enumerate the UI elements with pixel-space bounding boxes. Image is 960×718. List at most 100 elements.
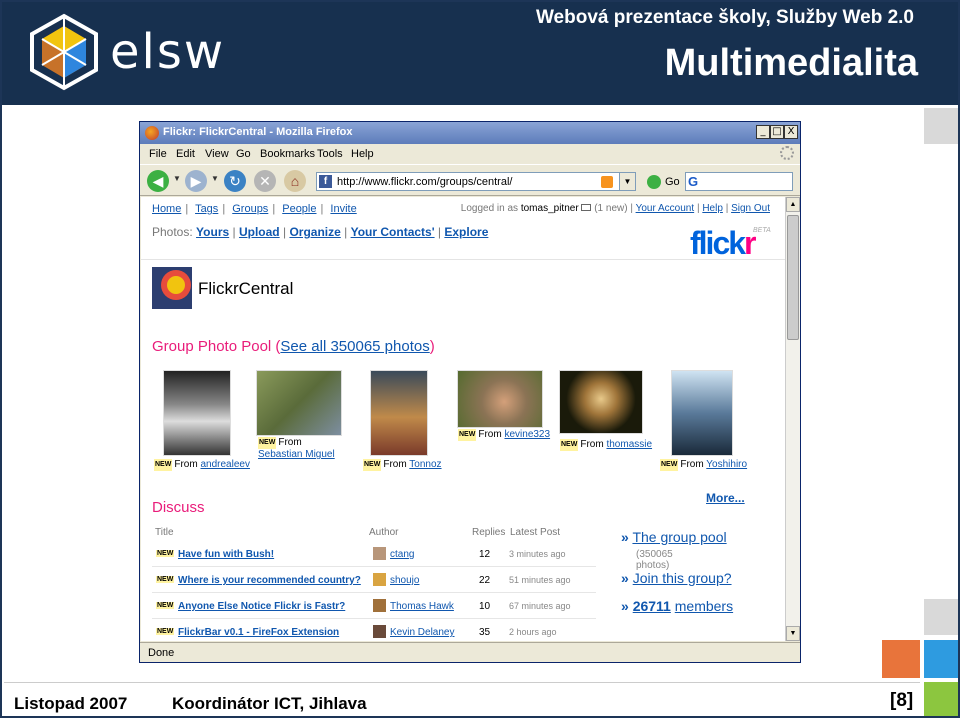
group-pool-item: » The group pool — [621, 529, 727, 545]
minimize-button[interactable]: _ — [756, 125, 770, 139]
menu-file[interactable]: File — [149, 148, 167, 160]
stop-icon[interactable]: ✕ — [254, 170, 276, 192]
thread-author-link[interactable]: shoujo — [390, 575, 419, 586]
flickr-logo[interactable]: flickr — [690, 225, 757, 262]
thread-title-link[interactable]: Have fun with Bush! — [178, 549, 274, 560]
menu-help[interactable]: Help — [351, 148, 374, 160]
members-count-link[interactable]: 26711 — [633, 598, 671, 614]
account-bar: Logged in as tomas_pitner (1 new) | Your… — [460, 203, 770, 214]
logged-in-label: Logged in as — [460, 203, 519, 214]
mail-icon[interactable] — [581, 204, 592, 211]
cube-logo-icon — [30, 13, 98, 91]
table-row: NEW Where is your recommended country? s… — [152, 568, 596, 593]
sign-out-link[interactable]: Sign Out — [731, 203, 770, 214]
new-mail-count[interactable]: (1 new) — [594, 203, 627, 214]
photo-caption: NEW From thomassie — [560, 439, 653, 451]
forward-dropdown-icon[interactable]: ▼ — [211, 174, 219, 183]
title-bar[interactable]: Flickr: FlickrCentral - Mozilla Firefox … — [140, 122, 800, 144]
nav-yours[interactable]: Yours — [196, 225, 229, 239]
go-icon[interactable] — [647, 175, 661, 189]
nav-home[interactable]: Home — [152, 203, 181, 215]
deco-square — [924, 108, 958, 144]
photo-author-link[interactable]: kevine323 — [504, 429, 550, 440]
table-row: NEW FlickrBar v0.1 - FireFox Extension K… — [152, 620, 596, 641]
menu-view[interactable]: View — [205, 148, 229, 160]
window-title: Flickr: FlickrCentral - Mozilla Firefox — [163, 126, 353, 138]
back-dropdown-icon[interactable]: ▼ — [173, 174, 181, 183]
forward-icon[interactable]: ▶ — [185, 170, 207, 192]
reload-icon[interactable]: ↻ — [224, 170, 246, 192]
photo-author-link[interactable]: Sebastian Miguel — [258, 449, 335, 460]
photo-author-link[interactable]: andrealeev — [200, 459, 249, 470]
scroll-thumb[interactable] — [787, 215, 799, 340]
maximize-button[interactable]: □ — [770, 125, 784, 139]
join-group-link[interactable]: Join this group? — [633, 570, 732, 586]
menu-edit[interactable]: Edit — [176, 148, 195, 160]
back-icon[interactable]: ◀ — [147, 170, 169, 192]
nav-upload[interactable]: Upload — [239, 225, 280, 239]
see-all-photos-link[interactable]: See all 350065 photos — [280, 338, 429, 355]
page-viewport: Home | Tags | Groups | People | Invite Photo… — [141, 197, 785, 641]
avatar — [373, 573, 386, 586]
menu-go[interactable]: Go — [236, 148, 251, 160]
thread-author-link[interactable]: Kevin Delaney — [390, 627, 454, 638]
go-button[interactable]: Go — [665, 176, 680, 188]
group-pool-link[interactable]: The group pool — [632, 529, 726, 545]
rss-feed-icon[interactable] — [601, 176, 613, 188]
beta-badge: BETA — [753, 227, 771, 234]
home-icon[interactable]: ⌂ — [284, 170, 306, 192]
photo-author-link[interactable]: Yoshihiro — [706, 459, 747, 470]
photo-thumbnail[interactable] — [559, 370, 643, 434]
divider — [141, 259, 785, 260]
photo-thumbnail[interactable] — [163, 370, 231, 456]
search-input[interactable]: G — [685, 172, 793, 191]
more-link[interactable]: More... — [706, 491, 745, 505]
username: tomas_pitner — [520, 203, 579, 214]
photo-thumbnail[interactable] — [457, 370, 543, 428]
menu-tools[interactable]: Tools — [317, 148, 343, 160]
nav-invite[interactable]: Invite — [330, 203, 356, 215]
pool-title: Group Photo Pool (See all 350065 photos) — [152, 338, 435, 355]
thread-title-link[interactable]: FlickrBar v0.1 - FireFox Extension — [178, 627, 339, 638]
photo-thumbnail[interactable] — [256, 370, 342, 436]
thread-title-link[interactable]: Anyone Else Notice Flickr is Fastr? — [178, 601, 345, 612]
google-search-icon: G — [688, 174, 699, 189]
photo-author-link[interactable]: Tonnoz — [409, 459, 441, 470]
thread-title-link[interactable]: Where is your recommended country? — [178, 575, 361, 586]
slide-title: Multimedialita — [664, 42, 918, 84]
nav-explore[interactable]: Explore — [444, 225, 488, 239]
thread-author-link[interactable]: ctang — [390, 549, 414, 560]
table-row: NEW Anyone Else Notice Flickr is Fastr? … — [152, 594, 596, 619]
thread-latest-post: 2 hours ago — [509, 627, 557, 637]
avatar — [373, 625, 386, 638]
members-link[interactable]: members — [675, 598, 733, 614]
vertical-scrollbar[interactable]: ▲ ▼ — [785, 197, 800, 641]
menu-bookmarks[interactable]: Bookmarks — [260, 148, 315, 160]
footer-page-number: [8] — [890, 690, 914, 711]
nav-organize[interactable]: Organize — [289, 225, 340, 239]
nav-people[interactable]: People — [282, 203, 316, 215]
thread-author-link[interactable]: Thomas Hawk — [390, 601, 454, 612]
thread-replies: 22 — [479, 575, 491, 586]
nav-contacts[interactable]: Your Contacts' — [351, 225, 435, 239]
flickr-photos-nav: Photos: Yours | Upload | Organize | Your… — [152, 225, 489, 239]
column-author: Author — [369, 527, 399, 538]
photo-thumbnail[interactable] — [370, 370, 428, 456]
url-dropdown-icon[interactable]: ▼ — [619, 173, 635, 190]
your-account-link[interactable]: Your Account — [636, 203, 695, 214]
nav-tags[interactable]: Tags — [195, 203, 218, 215]
photo-thumbnail[interactable] — [671, 370, 733, 456]
firefox-icon — [145, 126, 159, 140]
photo-author-link[interactable]: thomassie — [606, 439, 652, 450]
new-badge: NEW — [156, 602, 175, 609]
scroll-down-icon[interactable]: ▼ — [786, 626, 800, 641]
footer-coordinator: Koordinátor ICT, Jihlava — [172, 694, 367, 713]
help-link[interactable]: Help — [702, 203, 723, 214]
close-button[interactable]: X — [784, 125, 798, 139]
scroll-up-icon[interactable]: ▲ — [786, 197, 800, 212]
thread-replies: 35 — [479, 627, 491, 638]
url-bar[interactable]: f http://www.flickr.com/groups/central/ … — [316, 172, 636, 191]
favicon-icon: f — [319, 175, 332, 188]
logo-text: elsw — [110, 24, 226, 80]
nav-groups[interactable]: Groups — [232, 203, 268, 215]
